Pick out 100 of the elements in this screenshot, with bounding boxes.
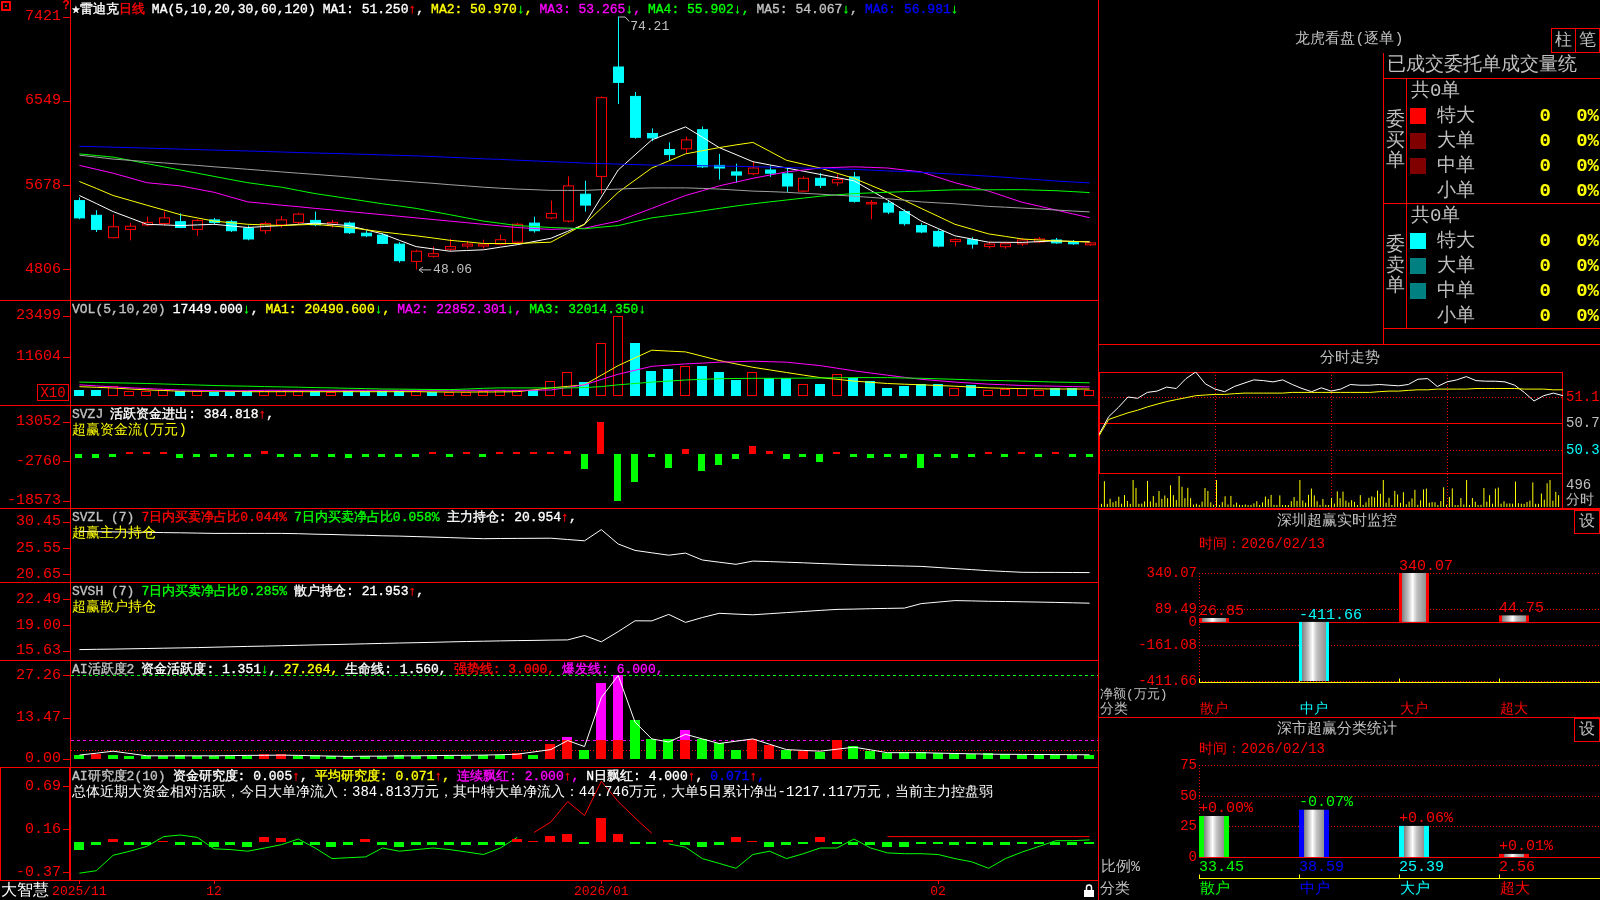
axis-tick-label: 51.1 [1566, 389, 1600, 405]
axis-tick-label: 0.16 [25, 820, 61, 838]
legend-item: 强势线: 3.000, [453, 662, 556, 677]
legend-item: MA1: 51.250↑, [322, 2, 425, 17]
change-label: +0.06% [1399, 809, 1453, 827]
axis-tick-label: 5678 [25, 176, 61, 194]
bar-value-label: 26.85 [1199, 603, 1244, 620]
panel-title: 深市超赢分类统计 [1276, 719, 1397, 740]
category-label: 散户 [1200, 880, 1231, 900]
legend-item: 17449.000↓, [172, 302, 259, 317]
axis-tick-label: 50 [1180, 787, 1197, 804]
axis-tick-label: 25.55 [16, 539, 61, 557]
order-size-label: 大单 [1436, 255, 1475, 277]
panel-title: 深圳超赢实时监控 [1276, 511, 1397, 532]
axis-tick-label: 19.00 [16, 616, 61, 634]
axis-tick-label: 340.07 [1146, 565, 1197, 581]
change-label: +0.01% [1499, 837, 1553, 855]
side-label: 委买单 [1385, 109, 1405, 173]
price-annotation: 74.21 [618, 16, 670, 34]
axis-tick-label: 75 [1180, 757, 1197, 773]
axis-title: 分类 [1100, 702, 1129, 717]
order-size-label: 中单 [1436, 279, 1475, 302]
order-count: 0 [1539, 105, 1551, 128]
legend-item: 资金研究度: 0.005↑, [172, 769, 308, 784]
legend-item: 平均研究度: 0.071↑, [314, 769, 451, 784]
date-tick-label: 12 [206, 884, 222, 899]
axis-tick-label: -0.37 [16, 863, 61, 881]
price-annotation: 48.06 [418, 261, 473, 277]
category-label: 中户 [1300, 702, 1329, 717]
bar-value-label: -411.66 [1299, 606, 1362, 624]
order-size-label: 中单 [1436, 154, 1475, 177]
axis-tick-label: 50.3 [1566, 441, 1600, 458]
order-total: 共0单 [1410, 205, 1461, 228]
category-label: 散户 [1200, 702, 1229, 717]
axis-tick-label: 30.45 [16, 513, 61, 531]
annotation: 74.21 [630, 19, 670, 34]
axis-tick-label: 0.00 [25, 750, 61, 768]
legend-item: 生命线: 1.560, [345, 662, 447, 677]
legend-item: SVZL (7) [72, 510, 135, 525]
bar-value-label: 2.56 [1499, 858, 1535, 876]
legend-item: MA4: 55.902↓, [648, 2, 750, 17]
volume-scale-label: 496 [1566, 477, 1592, 493]
axis-tick-label: 7421 [25, 8, 61, 25]
panel-title: 分时走势 [1319, 350, 1380, 367]
axis-tick-label: -411.66 [1138, 673, 1197, 688]
order-count: 0 [1539, 154, 1551, 177]
legend-item: 资金活跃度: 1.351↓, [141, 662, 277, 677]
legend-item: SVSH (7) [72, 584, 135, 599]
axis-title: 比例% [1101, 858, 1140, 876]
brand-label: 大智慧 [1, 881, 49, 900]
order-count: 0 [1539, 255, 1551, 277]
order-share: 0% [1576, 179, 1600, 202]
legend-item: MA5: 54.067↓, [756, 2, 858, 17]
order-share: 0% [1576, 105, 1600, 128]
legend-item: 散户持仓: 21.953↑, [294, 584, 425, 599]
axis-tick-label: 13052 [16, 413, 61, 431]
bar-value-label: 340.07 [1399, 558, 1453, 575]
timestamp-label: 时间：2026/02/13 [1199, 536, 1325, 552]
date-tick-label: 02 [930, 884, 946, 899]
legend-item: MA2: 50.970↓, [431, 2, 533, 17]
category-label: 超大 [1500, 880, 1531, 900]
axis-tick-label: 23499 [16, 307, 61, 325]
category-label: 中户 [1300, 880, 1331, 900]
legend-item: AI活跃度2 [72, 662, 135, 677]
axis-tick-label: -161.08 [1138, 637, 1197, 653]
legend-item: SVZJ [72, 407, 104, 422]
order-count: 0 [1539, 130, 1551, 152]
order-count: 0 [1539, 179, 1551, 202]
axis-tick-label: 0 [1188, 849, 1197, 865]
panel-title: 龙虎看盘(逐单) [1295, 31, 1404, 48]
date-tick-label: 2025/11 [52, 884, 107, 899]
legend-item: AI研究度2(10) [72, 769, 166, 784]
legend-item: VOL(5,10,20) [72, 302, 166, 317]
axis-tick-label: 0.69 [25, 777, 61, 795]
change-label: -0.07% [1299, 793, 1353, 811]
order-share: 0% [1576, 279, 1600, 302]
order-count: 0 [1539, 304, 1551, 327]
order-size-label: 特大 [1436, 230, 1475, 253]
axis-tick-label: 27.26 [16, 666, 61, 684]
bar-value-label: 25.39 [1399, 858, 1444, 876]
legend-item: 7日内买卖净占比0.285% [141, 584, 288, 599]
axis-title: 分类 [1100, 880, 1131, 900]
legend-item: 7日内买卖净占比0.044% [141, 510, 288, 525]
legend-item: MA1: 20490.600↓, [265, 302, 391, 317]
order-share: 0% [1576, 230, 1600, 253]
table-heading: 已成交委托单成交量统 [1387, 54, 1577, 76]
category-label: 大户 [1400, 702, 1429, 717]
date-tick-label: 2026/01 [574, 884, 629, 899]
order-count: 0 [1539, 279, 1551, 302]
category-label: 超大 [1500, 702, 1529, 717]
order-share: 0% [1576, 304, 1600, 327]
order-size-label: 特大 [1436, 105, 1475, 128]
bar-value-label: 38.59 [1299, 858, 1344, 876]
order-count: 0 [1539, 230, 1551, 253]
legend-item: MA3: 32014.350↓ [529, 302, 647, 317]
order-size-label: 小单 [1436, 179, 1475, 202]
legend-item: MA3: 53.265↓, [539, 2, 641, 17]
indicator-caption: 超赢资金流(万元) [72, 422, 187, 438]
bar-value-label: 33.45 [1199, 858, 1244, 876]
order-size-label: 小单 [1436, 304, 1475, 327]
